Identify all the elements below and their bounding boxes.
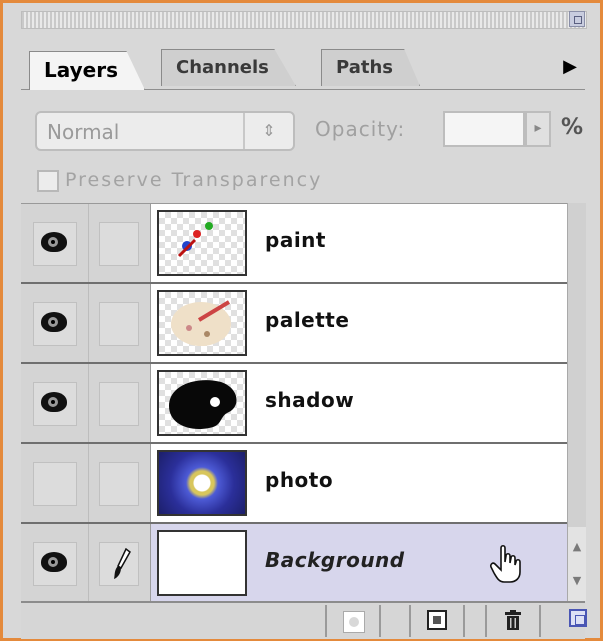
layer-row-photo[interactable]: photo [21, 444, 567, 524]
layer-options-row: Normal ⇕ Opacity: ▸ % [21, 99, 585, 169]
scroll-track[interactable]: ▲ ▼ [568, 527, 586, 601]
eye-icon [41, 552, 67, 572]
opacity-label: Opacity: [315, 117, 406, 141]
layer-name[interactable]: photo [265, 468, 333, 492]
layer-name[interactable]: Background [265, 548, 405, 572]
trash-icon [505, 610, 521, 630]
opacity-field[interactable] [443, 111, 525, 147]
eye-icon [41, 392, 67, 412]
layer-row-palette[interactable]: palette [21, 284, 567, 364]
layer-thumbnail-shadow [157, 370, 247, 436]
visibility-toggle[interactable] [21, 444, 89, 522]
paintbrush-toggle[interactable] [89, 524, 151, 602]
layer-row-paint[interactable]: paint [21, 204, 567, 284]
layer-mask-icon [343, 611, 365, 633]
select-arrows-icon: ⇕ [243, 113, 293, 149]
preserve-transparency-option[interactable]: Preserve Transparency [37, 169, 322, 203]
percent-sign: % [561, 115, 584, 140]
tab-bar: Paths Channels Layers ▶ [21, 33, 585, 90]
hand-cursor-icon [490, 544, 521, 583]
layer-thumbnail-photo [157, 450, 247, 516]
link-toggle[interactable] [89, 364, 151, 442]
visibility-toggle[interactable] [21, 364, 89, 442]
layer-thumbnail-background [157, 530, 247, 596]
layer-name[interactable]: paint [265, 228, 326, 252]
tab-label-paths: Paths [336, 57, 393, 78]
link-toggle[interactable] [89, 284, 151, 362]
panel-menu-arrow-icon[interactable]: ▶ [559, 55, 581, 79]
layers-palette-window: Paths Channels Layers ▶ Normal ⇕ Opacity… [0, 0, 603, 641]
link-toggle[interactable] [89, 444, 151, 522]
blend-mode-value: Normal [47, 120, 120, 144]
layer-row-background[interactable]: Background [21, 524, 567, 602]
tab-label-layers: Layers [44, 58, 118, 82]
resize-corner-icon[interactable] [569, 609, 587, 627]
visibility-toggle[interactable] [21, 524, 89, 602]
tab-paths[interactable]: Paths [321, 49, 420, 86]
blend-mode-select[interactable]: Normal ⇕ [35, 111, 295, 151]
layers-scrollbar[interactable]: ▲ ▼ [567, 203, 586, 601]
scroll-up-arrow-icon[interactable]: ▲ [571, 541, 583, 553]
layer-thumbnail-palette [157, 290, 247, 356]
layers-list: paint palette shadow photo Background [21, 203, 567, 602]
new-layer-button[interactable] [409, 605, 465, 637]
preserve-transparency-label: Preserve Transparency [65, 169, 323, 191]
eye-icon [41, 312, 67, 332]
palette-bottom-bar [21, 601, 587, 639]
preserve-transparency-checkbox[interactable] [37, 169, 59, 192]
add-layer-mask-button[interactable] [325, 605, 381, 637]
visibility-toggle[interactable] [21, 204, 89, 282]
layer-thumbnail-paint [157, 210, 247, 276]
zoom-box-icon[interactable] [569, 11, 585, 27]
opacity-slider-arrow-icon[interactable]: ▸ [525, 111, 551, 147]
scroll-down-arrow-icon[interactable]: ▼ [571, 575, 583, 587]
layer-name[interactable]: shadow [265, 388, 354, 412]
new-layer-icon [427, 610, 447, 630]
tab-layers[interactable]: Layers [29, 51, 145, 90]
layer-row-shadow[interactable]: shadow [21, 364, 567, 444]
tab-label-channels: Channels [176, 57, 269, 78]
tab-channels[interactable]: Channels [161, 49, 296, 86]
delete-layer-button[interactable] [485, 605, 541, 637]
palette-title-bar[interactable] [21, 11, 587, 29]
layer-name[interactable]: palette [265, 308, 349, 332]
visibility-toggle[interactable] [21, 284, 89, 362]
paintbrush-icon [114, 548, 131, 579]
eye-icon [41, 232, 67, 252]
link-toggle[interactable] [89, 204, 151, 282]
